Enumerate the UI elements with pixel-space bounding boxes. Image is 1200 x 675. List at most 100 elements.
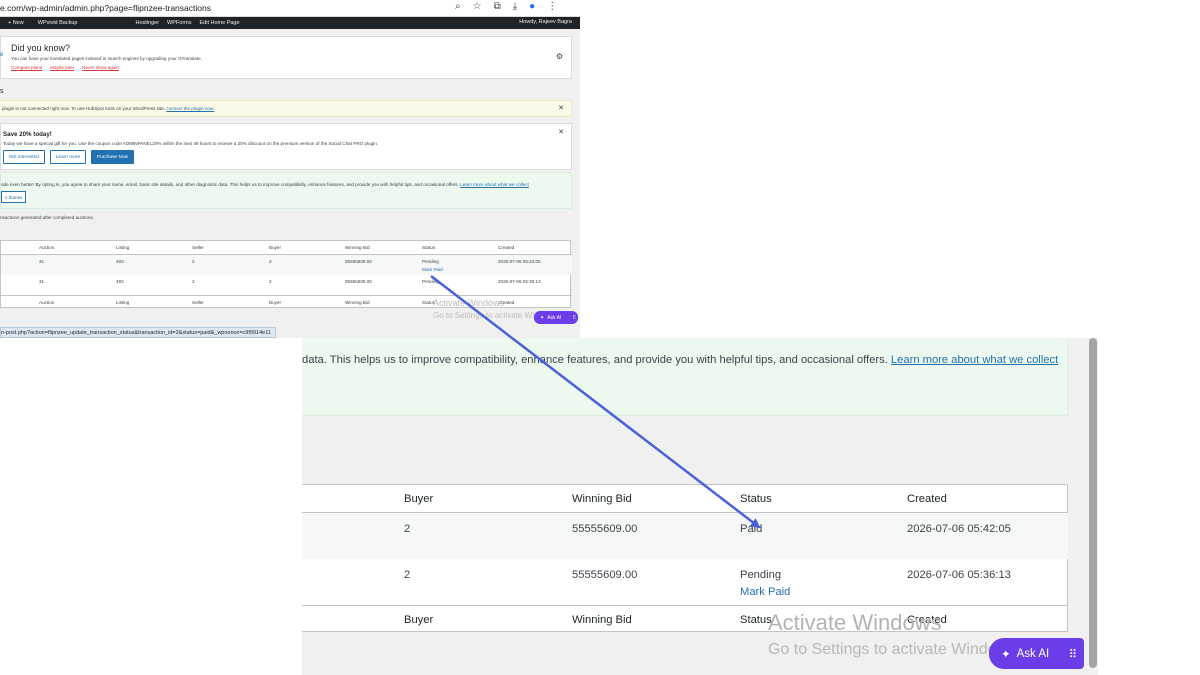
compare-plans-link[interactable]: Compare plans [11,65,42,70]
close-icon[interactable]: ✕ [558,128,564,136]
ask-ai-button[interactable]: ✦ Ask AI ⠿ [989,638,1084,669]
notice-icon: e [0,52,4,58]
sparkle-icon: ✦ [540,314,545,321]
col-created[interactable]: Created [498,245,514,250]
page-scrollbar[interactable] [579,29,580,338]
no-thanks-button[interactable]: o thanks [1,191,26,203]
activate-windows-title: Activate Windows [433,298,505,308]
cell-buyer: 2 [269,259,272,264]
col-status[interactable]: Status [422,245,435,250]
admin-bar-hostinger[interactable]: Hostinger [136,20,160,26]
zoomed-table-screenshot: data. This helps us to improve compatibi… [302,338,1200,675]
cell-created: 2026-07-06 05:42:05 [907,523,1011,535]
download-icon[interactable]: ⤓ [513,1,517,12]
scrollbar-thumb[interactable] [1089,338,1097,668]
table-row: 31 493 2 2 55555609.00 Pending Mark Paid… [1,255,572,275]
not-interested-button[interactable]: Not interested [3,150,45,164]
url-text[interactable]: e.com/wp-admin/admin.php?page=flipnzee-t… [0,3,211,13]
learn-more-button[interactable]: Learn more [50,150,86,164]
page-scrollbar[interactable] [1088,338,1098,675]
optin-text: data. This helps us to improve compatibi… [302,354,1059,366]
section-heading-fragment: s [0,88,4,95]
mark-paid-link[interactable]: Mark Paid [422,267,443,272]
promo-text: Today we have a special gift for you. Us… [3,141,379,146]
notice-title: Did you know? [11,43,71,53]
cell-status: Paid [740,523,763,535]
col-status[interactable]: Status [740,493,772,505]
admin-bar-howdy[interactable]: Howdy, Rajeev Bagra [519,19,572,25]
col-auction[interactable]: Auction [39,300,54,305]
transactions-table-zoomed: Buyer Winning Bid Status Created 2 55555… [302,484,1068,632]
col-winning-bid[interactable]: Winning Bid [345,245,370,250]
activate-windows-title: Activate Windows [768,610,942,635]
blank-area [1098,338,1200,675]
table-row: 31 493 2 2 55555609.00 Pending 2026-07-0… [1,275,572,295]
learn-more-collect-link[interactable]: Learn more about what we collect [460,182,529,187]
transactions-description: nsactions generated after completed auct… [0,215,94,220]
cell-buyer: 2 [404,569,411,581]
admin-bar-new[interactable]: + New [8,20,24,26]
cell-seller: 2 [192,259,195,264]
sparkle-icon: ✦ [1001,648,1011,661]
cell-seller: 2 [192,279,195,284]
admin-page-screenshot: e.com/wp-admin/admin.php?page=flipnzee-t… [0,0,580,338]
admin-bar-wpforms[interactable]: WPForms [167,20,191,26]
col-created[interactable]: Created [907,493,947,505]
table-header: Buyer Winning Bid Status Created [302,485,1068,513]
browser-toolbar-icons: ⌕ ☆ ⧉ ⤓ ● ⋮ [455,1,557,12]
col-winning-bid[interactable]: Winning Bid [345,300,370,305]
admin-bar-edit-home[interactable]: Edit Home Page [200,20,240,26]
col-buyer[interactable]: Buyer [269,245,281,250]
ask-ai-button[interactable]: ✦ Ask AI ⠿ [534,311,578,324]
col-seller[interactable]: Seller [192,245,204,250]
table-header: Auction Listing Seller Buyer Winning Bid… [1,241,572,255]
cell-created: 2026-07-06 05:42:05 [498,259,541,264]
purchase-now-button[interactable]: Purchase Now [91,150,134,164]
col-listing[interactable]: Listing [116,300,129,305]
cell-bid: 55555609.00 [345,279,372,284]
profile-icon[interactable]: ● [529,1,535,12]
extensions-icon[interactable]: ⧉ [494,1,501,12]
col-winning-bid[interactable]: Winning Bid [572,493,632,505]
learn-more-collect-link[interactable]: Learn more about what we collect [891,354,1058,366]
cell-auction: 31 [39,259,45,264]
cell-listing: 493 [116,259,124,264]
ask-ai-label: Ask AI [1016,647,1050,660]
cell-buyer: 2 [404,523,411,535]
maybe-later-link[interactable]: Maybe later [50,65,74,70]
optin-notice: data. This helps us to improve compatibi… [302,338,1068,416]
menu-icon[interactable]: ⋮ [547,1,557,12]
cell-status: Pending [422,259,439,264]
drag-handle-icon[interactable]: ⠿ [572,315,576,321]
col-seller[interactable]: Seller [192,300,204,305]
cell-buyer: 2 [269,279,272,284]
col-winning-bid[interactable]: Winning Bid [572,614,632,626]
drag-handle-icon[interactable]: ⠿ [1069,647,1078,661]
browser-address-bar[interactable]: e.com/wp-admin/admin.php?page=flipnzee-t… [0,0,580,17]
ask-ai-label: Ask AI [547,314,562,321]
col-listing[interactable]: Listing [116,245,129,250]
never-show-link[interactable]: Never show again [82,65,119,70]
gear-icon[interactable]: ⚙ [556,52,563,61]
col-auction[interactable]: Auction [39,245,54,250]
close-icon[interactable]: ✕ [558,104,564,112]
cell-created: 2026-07-06 05:36:13 [498,279,541,284]
link-status-bar: n-post.php?action=flipnzee_update_transa… [0,327,276,338]
table-row: 2 55555609.00 Paid 2026-07-06 05:42:05 [302,513,1068,559]
cell-auction: 31 [39,279,45,284]
col-status[interactable]: Status [740,614,772,626]
star-icon[interactable]: ☆ [473,1,482,12]
table-footer: Buyer Winning Bid Status Created [302,605,1068,633]
hubspot-notice: plugin is not connected right now. To us… [0,100,572,117]
notice-links: Compare plans Maybe later Never show aga… [11,65,119,70]
optin-notice: ode even better! By opting in, you agree… [0,172,572,209]
notice-text: You can have your translated pages index… [11,56,202,61]
hubspot-text: plugin is not connected right now. To us… [2,106,215,111]
col-buyer[interactable]: Buyer [404,614,433,626]
mark-paid-link[interactable]: Mark Paid [740,586,790,598]
admin-bar-wpvivid[interactable]: WPvivid Backup [38,20,78,26]
col-buyer[interactable]: Buyer [269,300,281,305]
col-buyer[interactable]: Buyer [404,493,433,505]
search-icon[interactable]: ⌕ [455,1,461,12]
connect-plugin-link[interactable]: connect the plugin now. [166,106,214,111]
